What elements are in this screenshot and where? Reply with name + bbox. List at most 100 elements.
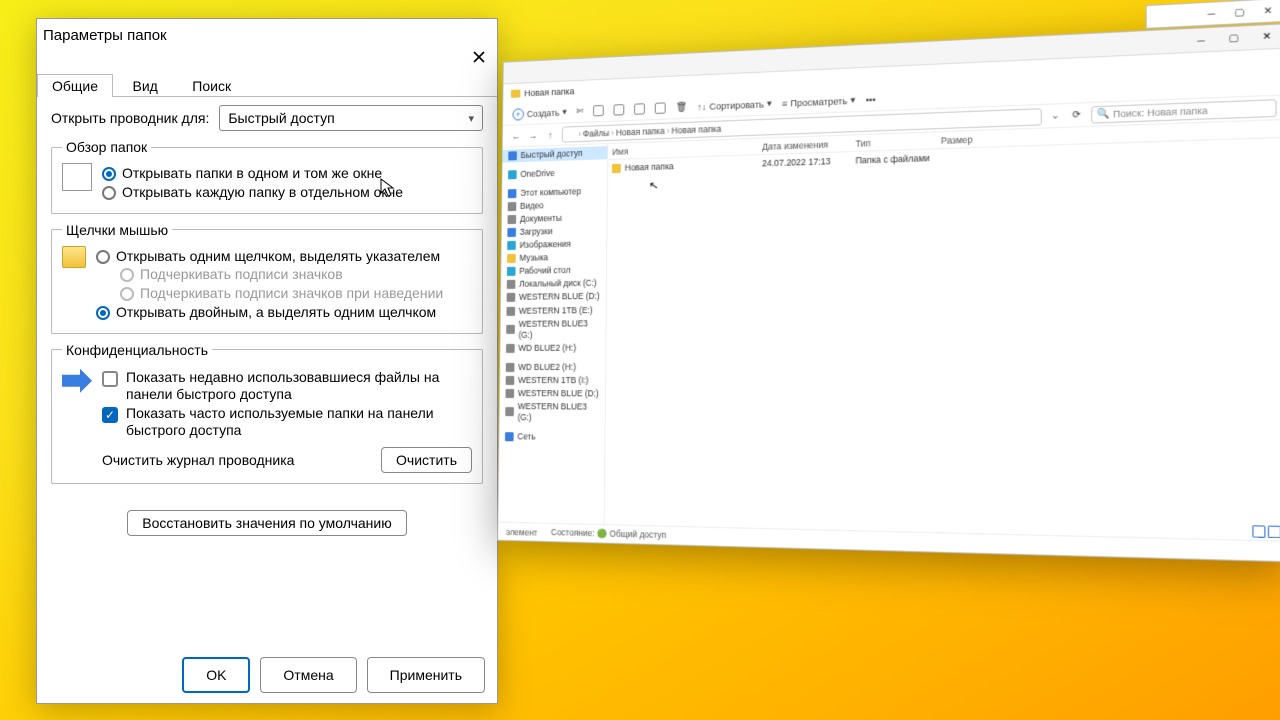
sort-button[interactable]: ↑↓ Сортировать ▾ — [697, 98, 771, 112]
restore-defaults-button[interactable]: Восстановить значения по умолчанию — [127, 510, 406, 536]
breadcrumb-part[interactable]: Файлы — [583, 127, 609, 138]
cut-button[interactable]: ✄ — [576, 106, 583, 117]
ok-button[interactable]: OK — [182, 657, 250, 693]
sidebar-label: Изображения — [520, 239, 571, 251]
tab-general[interactable]: Общие — [37, 74, 113, 97]
sidebar-label: Этот компьютер — [520, 186, 581, 199]
cell-type: Папка с файлами — [851, 153, 936, 166]
sidebar-label: Быстрый доступ — [521, 148, 583, 161]
col-type[interactable]: Тип — [851, 135, 936, 148]
open-explorer-value: Быстрый доступ — [228, 110, 334, 126]
sidebar-item-drive[interactable]: WESTERN BLUE3 (G:) — [500, 317, 605, 342]
download-icon — [507, 228, 516, 237]
parent-maximize-button[interactable]: ▢ — [1228, 4, 1252, 21]
sidebar-label: WD BLUE2 (H:) — [518, 342, 576, 353]
radio-single-click[interactable] — [96, 250, 110, 264]
star-icon — [508, 151, 517, 160]
open-explorer-label: Открыть проводник для: — [51, 110, 209, 126]
col-date[interactable]: Дата изменения — [758, 138, 851, 152]
drive-icon — [505, 407, 514, 416]
tab-label[interactable]: Новая папка — [524, 86, 574, 98]
browse-folders-legend: Обзор папок — [62, 139, 151, 155]
drive-icon — [506, 363, 515, 372]
forward-button[interactable]: → — [527, 130, 539, 140]
check-frequent-folders[interactable]: ✓ — [102, 407, 118, 423]
sidebar-item-drive[interactable]: WESTERN 1TB (I:) — [500, 374, 605, 387]
col-size[interactable]: Размер — [937, 133, 991, 146]
rename-icon — [634, 103, 645, 115]
trash-icon: 🗑 — [676, 101, 687, 113]
status-shared: Состояние: 🟢 Общий доступ — [551, 527, 666, 541]
sidebar-label: Рабочий стол — [519, 265, 570, 277]
sidebar-item-drive[interactable]: WD BLUE2 (H:) — [500, 360, 605, 373]
sidebar-item-drive[interactable]: WESTERN BLUE (D:) — [500, 387, 605, 401]
paste-button[interactable] — [614, 104, 625, 116]
share-button[interactable] — [655, 102, 666, 114]
tab-search[interactable]: Поиск — [177, 74, 246, 97]
breadcrumb-part[interactable]: Новая папка — [616, 125, 665, 137]
cell-name: Новая папка — [625, 161, 674, 173]
radio-new-window-label: Открывать каждую папку в отдельном окне — [122, 184, 472, 201]
col-name[interactable]: Имя — [608, 141, 758, 156]
maximize-button[interactable]: ▢ — [1220, 29, 1248, 48]
new-label: Создать — [527, 107, 560, 118]
chevron-down-icon: ▾ — [468, 112, 474, 125]
file-list: Имя Дата изменения Тип Размер Новая папк… — [605, 120, 1280, 541]
check-frequent-folders-label: Показать часто используемые папки на пан… — [126, 405, 472, 439]
tab-row: Общие Вид Поиск — [37, 73, 497, 97]
sidebar-label: WESTERN 1TB (E:) — [519, 305, 593, 317]
radio-same-window[interactable] — [102, 167, 116, 181]
back-button[interactable]: ← — [510, 131, 521, 141]
image-icon — [507, 241, 516, 250]
sidebar-item-drive[interactable]: WESTERN BLUE3 (G:) — [499, 400, 604, 425]
status-count: элемент — [506, 526, 538, 537]
copy-icon — [593, 105, 604, 116]
refresh-button[interactable]: ⟳ — [1069, 109, 1085, 121]
more-button[interactable]: ••• — [866, 94, 876, 105]
open-explorer-select[interactable]: Быстрый доступ ▾ — [219, 105, 483, 131]
breadcrumb-part[interactable]: Новая папка — [672, 123, 722, 135]
sidebar: Быстрый доступ OneDrive Этот компьютер В… — [498, 144, 608, 524]
up-button[interactable]: ↑ — [545, 129, 557, 139]
check-recent-files[interactable] — [102, 371, 118, 387]
sidebar-item-network[interactable]: Сеть — [499, 430, 604, 444]
cancel-button[interactable]: Отмена — [260, 657, 356, 693]
view-thumbs-button[interactable] — [1268, 526, 1280, 539]
search-input[interactable]: 🔍 Поиск: Новая папка — [1091, 99, 1277, 123]
radio-double-click[interactable] — [96, 306, 110, 320]
parent-close-button[interactable]: ✕ — [1256, 2, 1280, 19]
close-window-button[interactable]: ✕ — [1253, 27, 1280, 46]
view-label: Просматреть — [790, 95, 847, 108]
radio-underline-always — [120, 268, 134, 282]
minimize-button[interactable]: ─ — [1187, 30, 1215, 49]
rename-button[interactable] — [634, 103, 645, 115]
folder-icon — [612, 163, 621, 172]
parent-minimize-button[interactable]: ─ — [1200, 5, 1223, 22]
radio-new-window[interactable] — [102, 186, 116, 200]
sidebar-item-drive[interactable]: WESTERN 1TB (E:) — [501, 303, 606, 317]
dialog-title: Параметры папок — [43, 27, 167, 44]
address-dropdown-button[interactable]: ⌄ — [1049, 110, 1062, 122]
chevron-down-icon: ▾ — [562, 106, 566, 117]
clear-history-label: Очистить журнал проводника — [102, 452, 294, 468]
view-switch — [1252, 525, 1280, 538]
drive-icon — [507, 280, 516, 289]
delete-button[interactable]: 🗑 — [676, 101, 687, 113]
sidebar-item-drive[interactable]: WD BLUE2 (H:) — [500, 341, 605, 355]
sidebar-item-drive[interactable]: WESTERN BLUE (D:) — [501, 290, 606, 304]
sidebar-item-c-drive[interactable]: Локальный диск (C:) — [501, 277, 606, 292]
drive-icon — [507, 293, 516, 302]
clear-button[interactable]: Очистить — [381, 447, 472, 473]
view-details-button[interactable] — [1252, 525, 1265, 538]
tab-view[interactable]: Вид — [118, 74, 173, 97]
copy-button[interactable] — [593, 105, 604, 116]
click-group: Щелчки мышью Открывать одним щелчком, вы… — [51, 222, 483, 334]
document-icon — [508, 215, 517, 224]
view-button[interactable]: ≡ Просматреть ▾ — [782, 94, 855, 108]
close-button[interactable] — [465, 47, 493, 67]
apply-button[interactable]: Применить — [367, 657, 485, 693]
arrow-icon — [62, 366, 92, 396]
sidebar-label: WESTERN 1TB (I:) — [518, 375, 589, 386]
new-button[interactable]: + Создать ▾ — [513, 106, 567, 120]
explorer-window: ─ ▢ ✕ ─ ▢ ✕ Новая папка + Создать ▾ ✄ � — [497, 23, 1280, 562]
